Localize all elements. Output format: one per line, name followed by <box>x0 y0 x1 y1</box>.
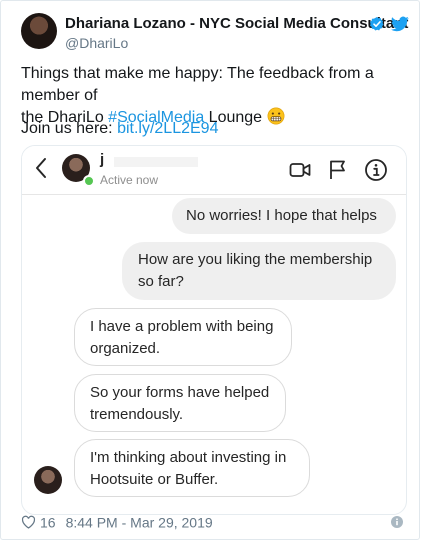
twitter-bird-icon[interactable] <box>391 16 409 32</box>
message-text-line-1: I have a problem with being <box>90 318 274 335</box>
contact-name[interactable]: j <box>100 151 104 168</box>
message-text-line-2: so far? <box>138 273 184 290</box>
message-text-line-2: organized. <box>90 340 161 357</box>
tweet-footer: 16 8:44 PM - Mar 29, 2019 <box>21 513 213 530</box>
info-circle-icon[interactable] <box>364 158 388 182</box>
video-call-icon[interactable] <box>288 158 312 182</box>
short-link[interactable]: bit.ly/2LL2E94 <box>117 120 218 137</box>
back-chevron-icon[interactable] <box>34 156 48 180</box>
join-text: Join us here: <box>21 120 118 137</box>
info-icon[interactable] <box>391 516 403 528</box>
dm-header: j Active now <box>22 146 406 195</box>
message-received-3: I'm thinking about investing in Hootsuit… <box>74 439 310 497</box>
like-count[interactable]: 16 <box>40 514 56 530</box>
sender-avatar <box>34 466 62 494</box>
message-sent-1: No worries! I hope that helps <box>172 198 396 234</box>
author-name[interactable]: Dhariana Lozano - NYC Social Media Consu… <box>65 15 408 32</box>
author-avatar[interactable] <box>21 13 57 49</box>
dm-screenshot: j Active now No worries! I hope that hel… <box>21 145 407 515</box>
grimacing-face-emoji-icon <box>267 107 284 125</box>
online-status-dot <box>83 175 95 187</box>
message-received-1: I have a problem with being organized. <box>74 308 292 366</box>
message-received-2: So your forms have helped tremendously. <box>74 374 286 432</box>
message-text-line-1: So your forms have helped <box>90 384 270 401</box>
tweet-text-line-1: Things that make me happy: The feedback … <box>21 65 374 104</box>
contact-status: Active now <box>100 173 159 187</box>
message-sent-2: How are you liking the membership so far… <box>122 242 396 300</box>
tweet-timestamp[interactable]: 8:44 PM - Mar 29, 2019 <box>66 514 213 530</box>
message-text: No worries! I hope that helps <box>186 207 377 224</box>
author-handle[interactable]: @DhariLo <box>65 35 128 51</box>
redacted-name <box>114 157 198 167</box>
heart-icon[interactable] <box>21 515 36 529</box>
message-text-line-1: How are you liking the membership <box>138 251 373 268</box>
flag-icon[interactable] <box>326 158 350 182</box>
tweet-card: Dhariana Lozano - NYC Social Media Consu… <box>0 0 420 540</box>
join-line: Join us here: bit.ly/2LL2E94 <box>21 120 218 138</box>
verified-badge-icon <box>370 17 384 31</box>
message-text-line-1: I'm thinking about investing in <box>90 449 287 466</box>
message-text-line-2: Hootsuite or Buffer. <box>90 471 219 488</box>
message-text-line-2: tremendously. <box>90 406 184 423</box>
